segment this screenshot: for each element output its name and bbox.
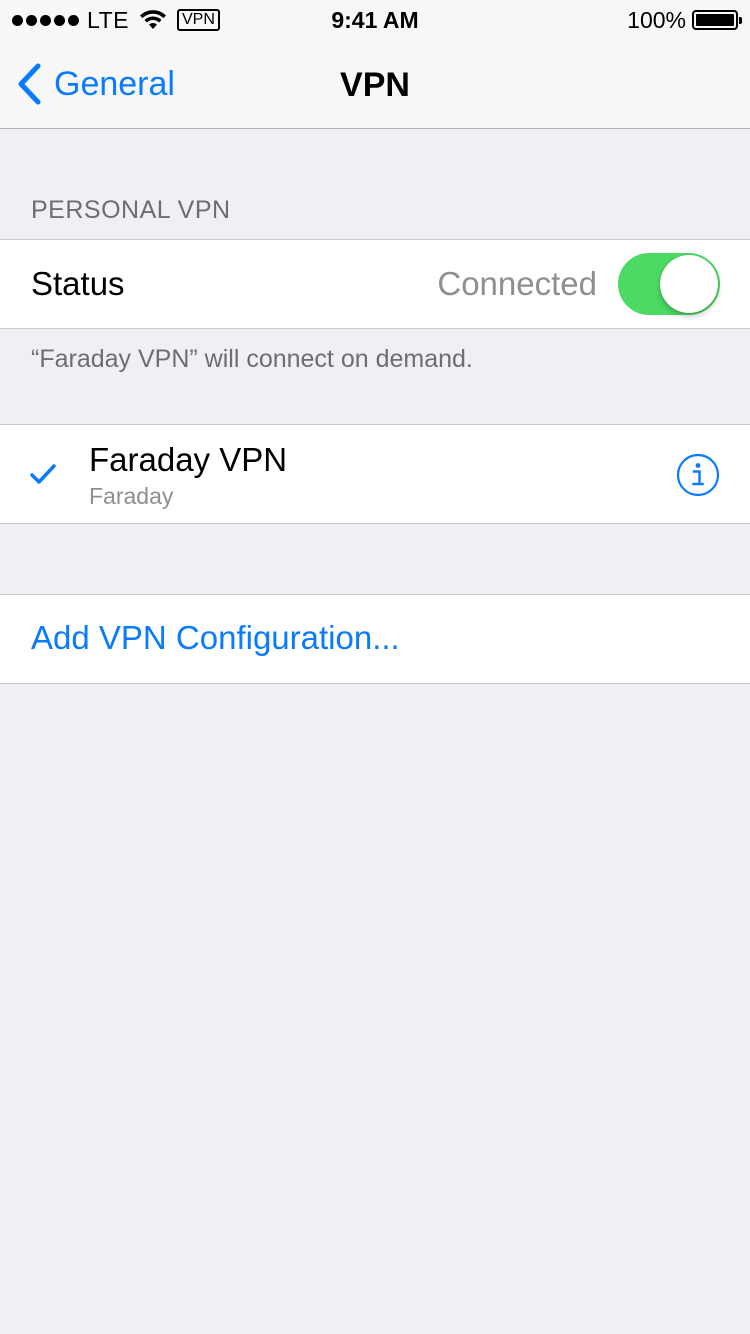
vpn-configuration-name: Faraday VPN [89, 441, 288, 478]
status-value: Connected [437, 265, 597, 302]
status-bar-right: 100% [627, 6, 742, 34]
section-header-personal-vpn: PERSONAL VPN [31, 196, 231, 224]
vpn-configuration-subtitle: Faraday [89, 483, 174, 509]
vpn-status-toggle[interactable] [618, 253, 720, 315]
battery-percentage: 100% [627, 6, 686, 33]
page-title: VPN [340, 66, 410, 104]
add-vpn-configuration-label: Add VPN Configuration... [31, 619, 400, 656]
info-icon[interactable] [676, 453, 720, 497]
navigation-bar: General VPN [0, 40, 750, 129]
toggle-knob [660, 255, 718, 313]
on-demand-note: “Faraday VPN” will connect on demand. [31, 345, 473, 373]
battery-icon [692, 10, 742, 30]
status-bar: LTE VPN 9:41 AM 100% [0, 0, 750, 40]
vpn-configuration-row[interactable]: Faraday VPN Faraday [0, 424, 750, 524]
status-row: Status Connected [0, 239, 750, 329]
vpn-settings-screen: LTE VPN 9:41 AM 100% General VPN PERSONA… [0, 0, 750, 1334]
status-label: Status [31, 265, 125, 302]
checkmark-icon [30, 464, 56, 484]
add-vpn-configuration-button[interactable]: Add VPN Configuration... [0, 594, 750, 684]
